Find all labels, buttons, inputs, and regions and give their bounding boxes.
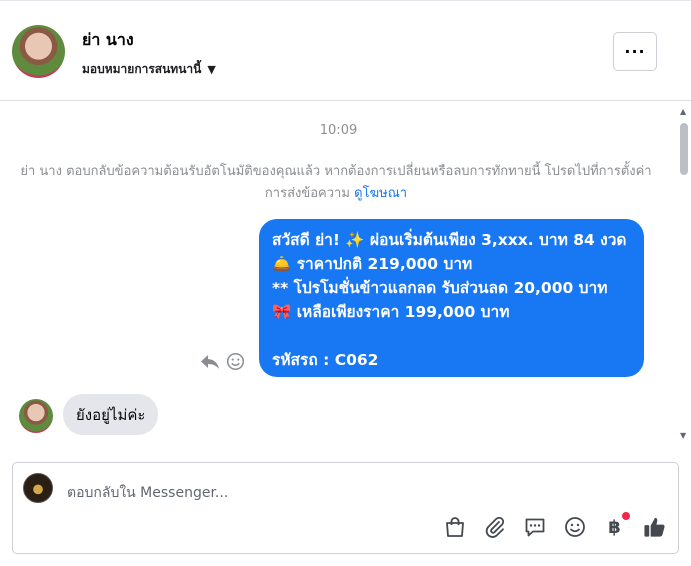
incoming-message-bubble[interactable]: ยังอยู่ไม่ค่ะ [63, 394, 159, 435]
reply-composer[interactable]: ตอบกลับใน Messenger... ฿ [12, 462, 679, 554]
conversation-header: ย่า นาง มอบหมายการสนทนานี้ ▼ ··· [0, 0, 691, 101]
message-line: สวัสดี ย่า! ✨ ผ่อนเริ่มต้นเพียง 3,xxx. บ… [272, 231, 627, 249]
auto-reply-notice: ย่า นาง ตอบกลับข้อความต้อนรับอัตโนมัติขอ… [16, 161, 656, 205]
composer-toolbar: ฿ [443, 512, 666, 539]
outgoing-message-bubble[interactable]: สวัสดี ย่า! ✨ ผ่อนเริ่มต้นเพียง 3,xxx. บ… [259, 219, 644, 377]
more-options-button[interactable]: ··· [613, 32, 657, 71]
shopping-bag-icon[interactable] [443, 515, 466, 539]
message-timestamp: 10:09 [319, 123, 358, 138]
notification-badge [622, 512, 630, 520]
emoji-icon[interactable] [563, 515, 586, 539]
message-line: 🎀 เหลือเพียงราคา 199,000 บาท [272, 303, 510, 321]
thread-scrollbar[interactable]: ▲ ▼ [677, 101, 691, 449]
contact-avatar[interactable] [12, 25, 65, 78]
contact-name[interactable]: ย่า นาง [82, 28, 134, 53]
view-ad-link[interactable]: ดูโฆษณา [354, 186, 407, 201]
reply-input[interactable]: ตอบกลับใน Messenger... [67, 482, 228, 504]
reply-icon[interactable] [200, 353, 220, 375]
thumbs-up-icon[interactable] [643, 515, 666, 539]
message-line [272, 324, 631, 348]
attachment-icon[interactable] [483, 515, 506, 539]
message-line: ** โปรโมชั่นข้าวแลกลด รับส่วนลด 20,000 บ… [272, 279, 608, 297]
page-avatar [23, 473, 53, 503]
assign-conversation-label: มอบหมายการสนทนานี้ [82, 62, 202, 76]
saved-reply-icon[interactable] [523, 515, 546, 539]
scroll-down-arrow-icon[interactable]: ▼ [680, 431, 686, 440]
notice-text: ย่า นาง ตอบกลับข้อความต้อนรับอัตโนมัติขอ… [20, 164, 652, 201]
message-actions [200, 352, 245, 375]
contact-avatar-small[interactable] [19, 399, 53, 433]
more-icon: ··· [624, 42, 646, 61]
caret-down-icon: ▼ [207, 63, 216, 76]
assign-conversation-dropdown[interactable]: มอบหมายการสนทนานี้ ▼ [82, 60, 216, 79]
baht-payment-icon[interactable]: ฿ [603, 512, 630, 539]
message-thread: 10:09 ย่า นาง ตอบกลับข้อความต้อนรับอัตโน… [0, 101, 677, 449]
message-line: 🛎️ ราคาปกติ 219,000 บาท [272, 255, 473, 273]
message-line: รหัสรถ : C062 [272, 351, 379, 369]
emoji-icon[interactable] [226, 352, 245, 375]
scrollbar-thumb[interactable] [680, 123, 688, 175]
scroll-up-arrow-icon[interactable]: ▲ [680, 107, 686, 116]
incoming-message-text: ยังอยู่ไม่ค่ะ [76, 405, 146, 424]
